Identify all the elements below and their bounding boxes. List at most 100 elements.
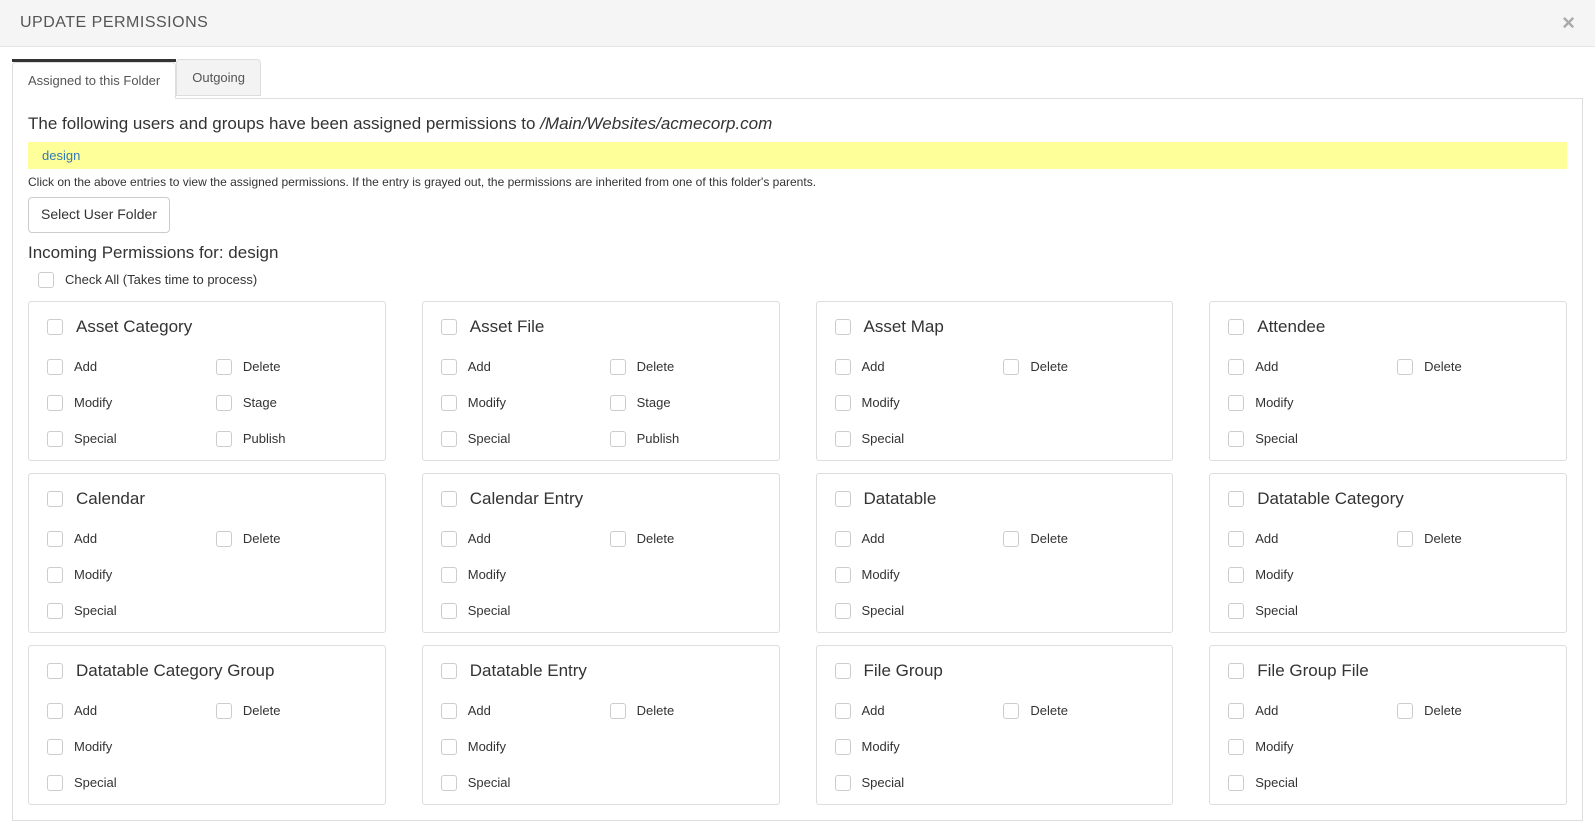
- permission-action-checkbox[interactable]: [610, 531, 626, 547]
- permission-card-checkbox[interactable]: [1228, 663, 1244, 679]
- permission-action-checkbox[interactable]: [610, 703, 626, 719]
- permission-action-checkbox[interactable]: [216, 703, 232, 719]
- tab-outgoing[interactable]: Outgoing: [176, 59, 261, 96]
- check-all-checkbox[interactable]: [38, 272, 54, 288]
- permission-action-modify: Modify: [43, 392, 202, 414]
- permission-action-checkbox[interactable]: [835, 775, 851, 791]
- permission-action-delete: Delete: [1393, 356, 1552, 378]
- permission-action-checkbox[interactable]: [610, 359, 626, 375]
- permission-action-checkbox[interactable]: [1397, 703, 1413, 719]
- permission-action-checkbox[interactable]: [1228, 395, 1244, 411]
- permission-action-add: Add: [43, 356, 202, 378]
- permission-action-checkbox[interactable]: [1228, 567, 1244, 583]
- permission-action-checkbox[interactable]: [216, 531, 232, 547]
- permission-action-checkbox[interactable]: [216, 431, 232, 447]
- tab-assigned-to-this-folder[interactable]: Assigned to this Folder: [12, 62, 176, 99]
- permission-action-checkbox[interactable]: [441, 775, 457, 791]
- permission-action-delete: Delete: [999, 356, 1158, 378]
- permission-action-checkbox[interactable]: [47, 603, 63, 619]
- permission-action-checkbox[interactable]: [1397, 359, 1413, 375]
- permission-action-checkbox[interactable]: [1228, 359, 1244, 375]
- permission-action-checkbox[interactable]: [441, 531, 457, 547]
- permission-action-label: Delete: [1030, 703, 1068, 718]
- permission-action-checkbox[interactable]: [47, 703, 63, 719]
- permission-action-modify: Modify: [831, 392, 990, 414]
- close-icon[interactable]: ×: [1562, 12, 1575, 34]
- permission-action-checkbox[interactable]: [441, 567, 457, 583]
- permission-action-checkbox[interactable]: [835, 431, 851, 447]
- permission-action-special: Special: [437, 772, 596, 794]
- permission-card-title: Datatable Entry: [470, 661, 587, 681]
- permission-action-label: Modify: [74, 739, 112, 754]
- permission-action-checkbox[interactable]: [47, 531, 63, 547]
- permission-action-label: Special: [468, 603, 511, 618]
- permission-action-label: Modify: [1255, 739, 1293, 754]
- permission-action-checkbox[interactable]: [610, 395, 626, 411]
- permission-action-checkbox[interactable]: [1003, 359, 1019, 375]
- permission-action-checkbox[interactable]: [216, 395, 232, 411]
- permission-action-label: Delete: [1424, 703, 1462, 718]
- permission-card: Datatable EntryAddDeleteModifySpecial: [422, 645, 780, 805]
- permission-card-checkbox[interactable]: [835, 491, 851, 507]
- permission-grid: Asset CategoryAddDeleteModifyStageSpecia…: [28, 301, 1567, 805]
- permission-card-checkbox[interactable]: [441, 491, 457, 507]
- permission-action-label: Delete: [1424, 359, 1462, 374]
- permission-action-checkbox[interactable]: [441, 431, 457, 447]
- permission-action-checkbox[interactable]: [47, 739, 63, 755]
- permission-action-checkbox[interactable]: [610, 431, 626, 447]
- principal-link[interactable]: design: [42, 148, 80, 163]
- permission-action-checkbox[interactable]: [835, 603, 851, 619]
- permission-action-checkbox[interactable]: [441, 359, 457, 375]
- permission-action-delete: Delete: [1393, 700, 1552, 722]
- permission-card-title-row: Datatable: [831, 488, 1159, 510]
- permission-action-checkbox[interactable]: [1228, 739, 1244, 755]
- permission-action-checkbox[interactable]: [441, 395, 457, 411]
- permission-action-checkbox[interactable]: [1397, 531, 1413, 547]
- permission-action-label: Add: [468, 531, 491, 546]
- permission-action-label: Special: [74, 775, 117, 790]
- permission-action-checkbox[interactable]: [835, 739, 851, 755]
- modal-header: UPDATE PERMISSIONS ×: [0, 0, 1595, 47]
- permission-action-checkbox[interactable]: [835, 395, 851, 411]
- permission-action-checkbox[interactable]: [216, 359, 232, 375]
- permission-action-checkbox[interactable]: [835, 703, 851, 719]
- permission-card-checkbox[interactable]: [441, 663, 457, 679]
- permission-card-title-row: Datatable Category: [1224, 488, 1552, 510]
- permission-card-checkbox[interactable]: [835, 319, 851, 335]
- permission-action-label: Delete: [243, 703, 281, 718]
- permission-action-label: Add: [74, 703, 97, 718]
- permission-action-checkbox[interactable]: [1228, 603, 1244, 619]
- permission-action-checkbox[interactable]: [47, 359, 63, 375]
- permission-action-checkbox[interactable]: [1003, 531, 1019, 547]
- permission-action-modify: Modify: [43, 564, 202, 586]
- permission-card-checkbox[interactable]: [835, 663, 851, 679]
- permission-action-checkbox[interactable]: [1228, 775, 1244, 791]
- permission-action-checkbox[interactable]: [47, 431, 63, 447]
- permission-action-checkbox[interactable]: [1228, 531, 1244, 547]
- permission-card-checkbox[interactable]: [1228, 319, 1244, 335]
- permission-action-label: Stage: [637, 395, 671, 410]
- permission-card-checkbox[interactable]: [1228, 491, 1244, 507]
- permission-card-checkbox[interactable]: [47, 319, 63, 335]
- permission-action-checkbox[interactable]: [441, 603, 457, 619]
- incoming-heading-prefix: Incoming Permissions for:: [28, 243, 228, 262]
- permission-action-checkbox[interactable]: [47, 395, 63, 411]
- select-user-folder-button[interactable]: Select User Folder: [28, 197, 170, 233]
- permission-action-checkbox[interactable]: [1228, 703, 1244, 719]
- permission-action-checkbox[interactable]: [835, 531, 851, 547]
- permission-action-label: Delete: [1030, 531, 1068, 546]
- permission-action-checkbox[interactable]: [835, 359, 851, 375]
- permission-action-label: Delete: [1424, 531, 1462, 546]
- permission-action-checkbox[interactable]: [47, 567, 63, 583]
- permission-card-checkbox[interactable]: [47, 663, 63, 679]
- permission-action-checkbox[interactable]: [47, 775, 63, 791]
- permission-action-checkbox[interactable]: [441, 703, 457, 719]
- permission-action-checkbox[interactable]: [1003, 703, 1019, 719]
- permission-card-checkbox[interactable]: [441, 319, 457, 335]
- permission-action-checkbox[interactable]: [835, 567, 851, 583]
- permission-action-checkbox[interactable]: [1228, 431, 1244, 447]
- permission-action-label: Modify: [862, 395, 900, 410]
- permission-card-checkbox[interactable]: [47, 491, 63, 507]
- permission-action-checkbox[interactable]: [441, 739, 457, 755]
- permission-action-label: Publish: [243, 431, 286, 446]
